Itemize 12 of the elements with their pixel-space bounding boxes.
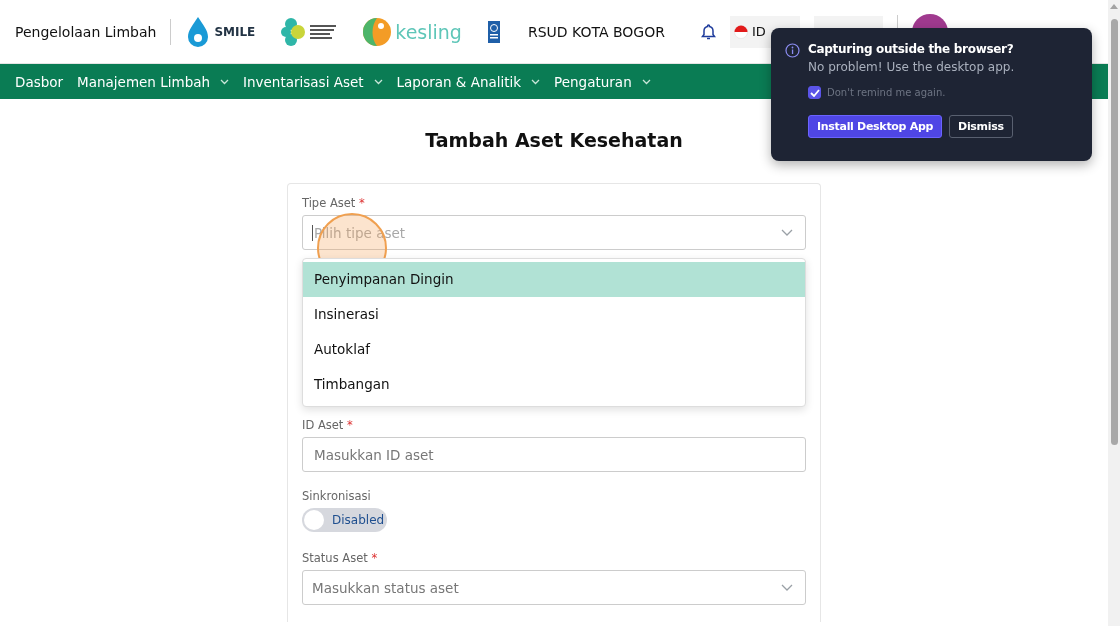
field-label: Sinkronisasi	[302, 489, 372, 503]
logo-text: kesling	[395, 20, 462, 43]
field-label: Tipe Aset *	[302, 196, 366, 210]
field-label: Status Aset *	[302, 551, 379, 565]
popup-title: Capturing outside the browser?	[808, 42, 1015, 56]
popup-message: No problem! Use the desktop app.	[808, 60, 1015, 74]
hospital-name: RSUD KOTA BOGOR	[527, 23, 665, 40]
checkbox-label: Don't remind me again.	[827, 87, 946, 98]
app-title: Pengelolaan Limbah	[15, 23, 157, 40]
page-title: Tambah Aset Kesehatan	[425, 129, 683, 151]
logo-text: SMILE	[214, 24, 256, 39]
field-label: ID Aset *	[302, 418, 354, 432]
